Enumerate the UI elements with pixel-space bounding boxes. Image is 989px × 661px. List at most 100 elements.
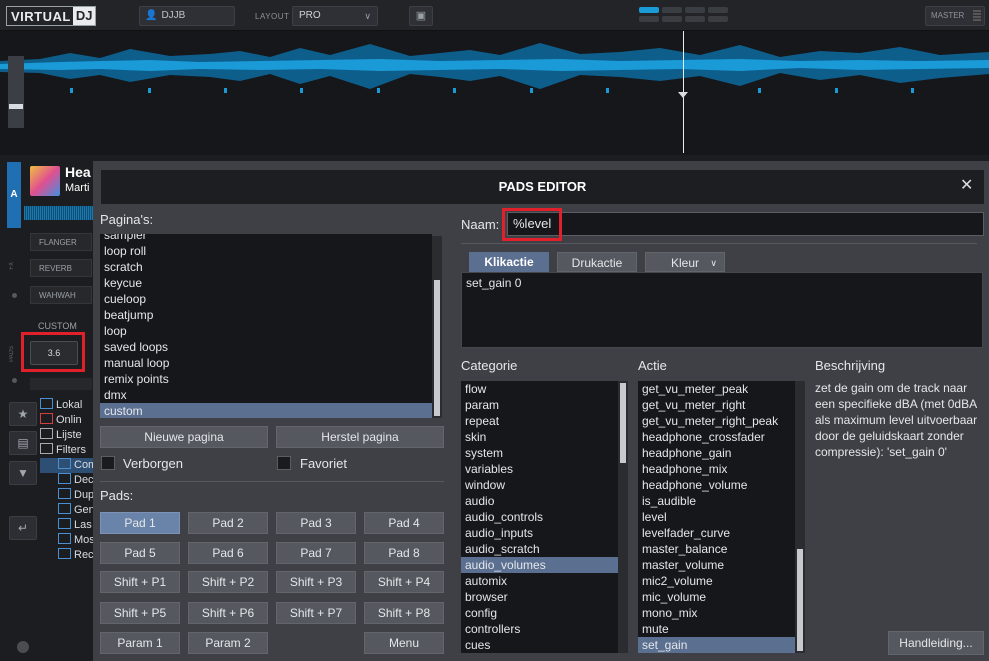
tree-item[interactable]: Lijste	[40, 428, 82, 441]
tab-color[interactable]: Kleur ∨	[645, 252, 725, 272]
hidden-checkbox[interactable]	[101, 456, 115, 470]
list-item[interactable]: scratch	[100, 259, 432, 275]
list-item[interactable]: skin	[461, 429, 618, 445]
list-item[interactable]: mute	[638, 621, 795, 637]
list-item[interactable]: saved loops	[100, 339, 432, 355]
fx-slot-2[interactable]: REVERB	[30, 259, 92, 277]
pad-button[interactable]: Shift + P1	[100, 571, 180, 593]
pitch-slider-handle[interactable]	[9, 104, 23, 109]
pad-button[interactable]: Shift + P4	[364, 571, 444, 593]
pad-button[interactable]: Shift + P5	[100, 602, 180, 624]
list-item[interactable]: set_gain	[638, 637, 795, 653]
pages-scrollbar[interactable]	[432, 236, 442, 418]
package-icon[interactable]: ▣	[409, 6, 433, 26]
tree-item[interactable]: Dup	[58, 488, 94, 501]
list-item[interactable]: mono_mix	[638, 605, 795, 621]
action-list[interactable]: get_vu_meter_peak get_vu_meter_right get_v…	[638, 381, 795, 653]
pad-button[interactable]: Pad 6	[188, 542, 268, 564]
list-item[interactable]: cueloop	[100, 291, 432, 307]
fx-slot-1[interactable]: FLANGER	[30, 233, 92, 251]
tree-item[interactable]: Lokal	[40, 398, 82, 411]
folder-icon[interactable]: ▤	[9, 431, 37, 455]
restore-page-button[interactable]: Herstel pagina	[276, 426, 444, 448]
settings-icon[interactable]	[17, 641, 29, 653]
pad-button[interactable]: Pad 5	[100, 542, 180, 564]
tab-press-action[interactable]: Drukactie	[557, 252, 637, 272]
list-item[interactable]: keycue	[100, 275, 432, 291]
list-item[interactable]: audio_volumes	[461, 557, 618, 573]
pad-button[interactable]: Pad 7	[276, 542, 356, 564]
waveform-overview[interactable]	[0, 31, 989, 155]
pitch-slider[interactable]	[8, 56, 24, 128]
deck-indicator[interactable]	[662, 16, 682, 22]
list-item[interactable]: audio	[461, 493, 618, 509]
list-item[interactable]: controllers	[461, 621, 618, 637]
deck-a-tab[interactable]: A	[7, 162, 21, 228]
pads-mode-label[interactable]: CUSTOM	[38, 321, 77, 331]
pad-button[interactable]: Pad 3	[276, 512, 356, 534]
list-item[interactable]: config	[461, 605, 618, 621]
layout-select[interactable]: PRO ∨	[292, 6, 378, 26]
deck-indicator[interactable]	[685, 7, 705, 13]
pad-button[interactable]: Shift + P6	[188, 602, 268, 624]
list-item[interactable]: remix points	[100, 371, 432, 387]
list-item[interactable]: audio_scratch	[461, 541, 618, 557]
manual-button[interactable]: Handleiding...	[888, 631, 984, 655]
category-list[interactable]: flow param repeat skin system variables window…	[461, 381, 618, 653]
tree-item[interactable]: Onlin	[40, 413, 82, 426]
param2-button[interactable]: Param 2	[188, 632, 268, 654]
list-item[interactable]: level	[638, 509, 795, 525]
fx-slot-3[interactable]: WAHWAH	[30, 286, 92, 304]
list-item[interactable]: repeat	[461, 413, 618, 429]
pad-button[interactable]: Shift + P2	[188, 571, 268, 593]
list-item[interactable]: custom	[100, 403, 432, 418]
pads-power-icon[interactable]	[12, 378, 17, 383]
mini-waveform[interactable]	[24, 206, 94, 220]
tree-item[interactable]: Dec	[58, 473, 94, 486]
list-item[interactable]: get_vu_meter_right_peak	[638, 413, 795, 429]
list-item[interactable]: automix	[461, 573, 618, 589]
fx-power-icon[interactable]	[12, 293, 17, 298]
param1-button[interactable]: Param 1	[100, 632, 180, 654]
menu-button[interactable]: Menu	[364, 632, 444, 654]
scrollbar-thumb[interactable]	[620, 383, 626, 463]
close-icon[interactable]: ✕	[960, 178, 973, 194]
name-input[interactable]: %level	[507, 212, 984, 236]
list-item[interactable]: audio_controls	[461, 509, 618, 525]
scrollbar-thumb[interactable]	[797, 549, 803, 651]
list-item[interactable]: headphone_volume	[638, 477, 795, 493]
tree-item[interactable]: Las	[58, 518, 92, 531]
list-item[interactable]: master_volume	[638, 557, 795, 573]
scrollbar-thumb[interactable]	[434, 280, 440, 416]
master-button[interactable]: MASTER	[925, 6, 985, 26]
list-item[interactable]: browser	[461, 589, 618, 605]
user-account-button[interactable]: 👤 DJJB	[139, 6, 235, 26]
tree-item[interactable]: Com	[58, 458, 97, 471]
deck-indicator[interactable]	[662, 7, 682, 13]
list-item[interactable]: variables	[461, 461, 618, 477]
list-item[interactable]: get_vu_meter_peak	[638, 381, 795, 397]
list-item[interactable]: is_audible	[638, 493, 795, 509]
list-item[interactable]: loop roll	[100, 243, 432, 259]
action-scrollbar[interactable]	[795, 381, 805, 653]
tree-item[interactable]: Rec	[58, 548, 94, 561]
list-item[interactable]: get_vu_meter_right	[638, 397, 795, 413]
tab-click-action[interactable]: Klikactie	[469, 252, 549, 272]
list-item[interactable]: audio_inputs	[461, 525, 618, 541]
back-icon[interactable]: ↵	[9, 516, 37, 540]
pad-button[interactable]: Pad 4	[364, 512, 444, 534]
pad-button[interactable]: Pad 2	[188, 512, 268, 534]
pad-button[interactable]: Pad 8	[364, 542, 444, 564]
list-item[interactable]: headphone_crossfader	[638, 429, 795, 445]
list-item[interactable]: levelfader_curve	[638, 525, 795, 541]
deck-indicator[interactable]	[685, 16, 705, 22]
tree-item[interactable]: Mos	[58, 533, 95, 546]
list-item[interactable]: param	[461, 397, 618, 413]
tree-item[interactable]: Filters	[40, 443, 86, 456]
pad-button[interactable]: Pad 1	[100, 512, 180, 534]
deck-indicator[interactable]	[708, 16, 728, 22]
list-item[interactable]: system	[461, 445, 618, 461]
deck-indicator[interactable]	[639, 16, 659, 22]
pad-button[interactable]: Shift + P3	[276, 571, 356, 593]
list-item[interactable]: cues	[461, 637, 618, 653]
